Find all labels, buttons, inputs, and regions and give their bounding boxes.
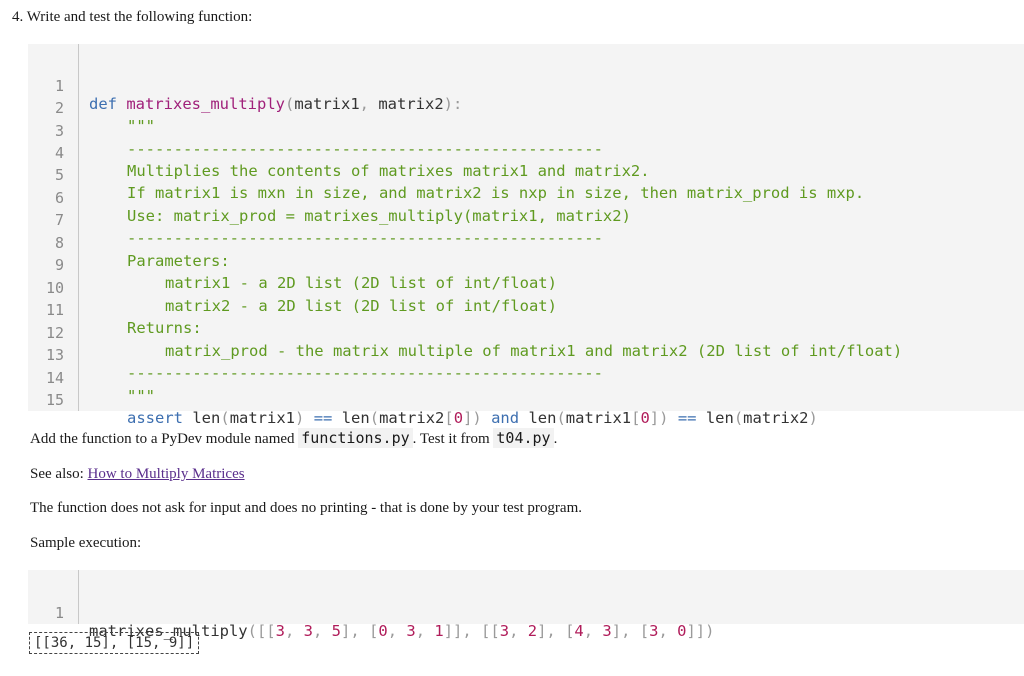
code-line-15: 15 assert len(matrix1) == len(matrix2[0]…	[28, 373, 818, 427]
code-line-11: 11 Returns:	[28, 283, 202, 337]
see-also-label: See also:	[30, 466, 88, 482]
index-zero: 0	[453, 409, 464, 427]
docstring-text: Use: matrix_prod = matrixes_multiply(mat…	[127, 207, 631, 225]
docstring-divider: ----------------------------------------…	[127, 229, 603, 247]
paren: (	[369, 409, 380, 427]
code-line-5: 5 If matrix1 is mxn in size, and matrix2…	[28, 148, 864, 202]
punctuation: ,	[509, 622, 528, 640]
punctuation: ]])	[686, 622, 715, 640]
var-matrix2: matrix2	[379, 409, 445, 427]
docstring-text: Parameters:	[127, 252, 230, 270]
code-line-9: 9 matrix1 - a 2D list (2D list of int/fl…	[28, 238, 557, 292]
exercise-heading: 4. Write and test the following function…	[12, 9, 253, 25]
punctuation: ,	[583, 622, 603, 640]
and-keyword: and	[491, 409, 520, 427]
code-line-14: 14 """	[28, 351, 155, 405]
line-number: 15	[45, 391, 64, 409]
var-matrix1: matrix1	[565, 409, 632, 427]
multiply-matrices-link[interactable]: How to Multiply Matrices	[88, 466, 245, 482]
eq-operator: ==	[313, 409, 333, 427]
no-printing-note: The function does not ask for input and …	[30, 500, 582, 516]
var-matrix1: matrix1	[229, 409, 296, 427]
code-line-3: 3 --------------------------------------…	[28, 104, 603, 158]
line-number: 1	[54, 604, 64, 622]
matrix-value: 1	[434, 622, 444, 640]
code-line-1: 1 matrixes_multiply([[3, 3, 5], [0, 3, 1…	[28, 586, 714, 640]
docstring-text: matrix2 - a 2D list (2D list of int/floa…	[165, 297, 557, 315]
docstring-text: If matrix1 is mxn in size, and matrix2 i…	[127, 184, 865, 202]
punctuation: ], [	[341, 622, 379, 640]
docstring-text: matrix1 - a 2D list (2D list of int/floa…	[165, 274, 557, 292]
bracket: ])	[463, 409, 482, 427]
sample-execution-label: Sample execution:	[30, 535, 142, 551]
matrix-value: 3	[303, 622, 313, 640]
code-line-1: 1 def matrixes_multiply(matrix1, matrix2…	[28, 59, 462, 113]
var-matrix2: matrix2	[743, 409, 809, 427]
instructions-text: . Test it from	[412, 431, 494, 447]
punctuation: ,	[658, 622, 678, 640]
matrix-value: 2	[527, 622, 538, 640]
module-filename: functions.py	[298, 428, 413, 448]
len-call: len	[528, 409, 557, 427]
docstring-text: Returns:	[127, 319, 202, 337]
paren: (	[556, 409, 566, 427]
docstring-open: """	[127, 117, 155, 135]
function-code-block[interactable]: 1 def matrixes_multiply(matrix1, matrix2…	[28, 44, 1024, 427]
matrix-value: 3	[499, 622, 510, 640]
len-call: len	[192, 409, 221, 427]
sample-output: [[36, 15], [15, 9]]	[29, 632, 200, 654]
sample-code-block[interactable]: 1 matrixes_multiply([[3, 3, 5], [0, 3, 1…	[28, 570, 1024, 640]
paren: )	[808, 409, 818, 427]
matrix-value: 5	[331, 622, 342, 640]
matrix-value: 3	[406, 622, 416, 640]
paren: (	[220, 409, 230, 427]
punctuation: ([[	[247, 622, 276, 640]
docstring-text: matrix_prod - the matrix multiple of mat…	[165, 342, 903, 360]
paren: ):	[443, 95, 463, 113]
param-matrix1: matrix1	[294, 95, 360, 113]
punctuation: ], [	[611, 622, 650, 640]
docstring-close: """	[127, 387, 155, 405]
code-line-7: 7 --------------------------------------…	[28, 193, 603, 247]
index-zero: 0	[640, 409, 650, 427]
code-line-2: 2 """	[28, 81, 155, 135]
matrix-value: 0	[378, 622, 388, 640]
code-line-6: 6 Use: matrix_prod = matrixes_multiply(m…	[28, 171, 631, 225]
punctuation: ], [	[537, 622, 575, 640]
punctuation: ,	[313, 622, 332, 640]
bracket: [	[444, 409, 454, 427]
punctuation: ,	[284, 622, 304, 640]
bracket: ])	[649, 409, 669, 427]
matrix-value: 3	[602, 622, 612, 640]
eq-operator: ==	[677, 409, 697, 427]
assert-keyword: assert	[127, 409, 183, 427]
len-call: len	[705, 409, 734, 427]
punctuation: ]], [[	[443, 622, 500, 640]
code-line-10: 10 matrix2 - a 2D list (2D list of int/f…	[28, 261, 557, 315]
matrix-value: 3	[275, 622, 285, 640]
code-line-13: 13 -------------------------------------…	[28, 328, 603, 382]
see-also-paragraph: See also: How to Multiply Matrices	[30, 466, 245, 483]
instructions-text: Add the function to a PyDev module named	[30, 431, 299, 447]
instructions-text: .	[553, 431, 558, 447]
punctuation: ,	[415, 622, 435, 640]
def-keyword: def	[89, 95, 117, 113]
paren: )	[295, 409, 305, 427]
paren: (	[733, 409, 744, 427]
instructions-paragraph: Add the function to a PyDev module named…	[30, 428, 558, 448]
test-filename: t04.py	[493, 428, 554, 448]
docstring-divider: ----------------------------------------…	[127, 140, 603, 158]
docstring-divider: ----------------------------------------…	[127, 364, 603, 382]
paren: (	[284, 95, 295, 113]
punctuation: ,	[387, 622, 407, 640]
len-call: len	[341, 409, 370, 427]
comma: ,	[359, 95, 369, 113]
code-line-8: 8 Parameters:	[28, 216, 230, 270]
function-name: matrixes_multiply	[126, 95, 285, 113]
code-line-4: 4 Multiplies the contents of matrixes ma…	[28, 126, 650, 180]
code-line-12: 12 matrix_prod - the matrix multiple of …	[28, 306, 902, 360]
param-matrix2: matrix2	[378, 95, 444, 113]
docstring-text: Multiplies the contents of matrixes matr…	[127, 162, 650, 180]
matrix-value: 4	[574, 622, 584, 640]
